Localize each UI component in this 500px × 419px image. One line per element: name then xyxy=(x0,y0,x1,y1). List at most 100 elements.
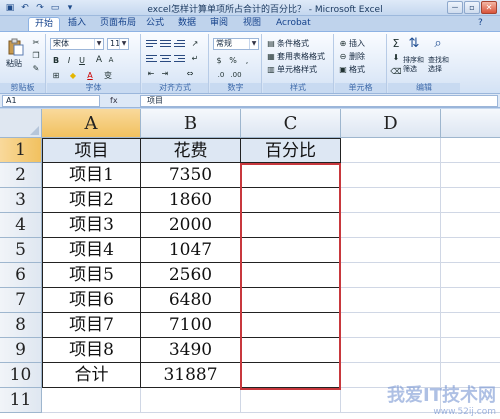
cell-b1[interactable]: 花费 xyxy=(141,138,241,163)
find-select-button[interactable]: 查找和 选择 xyxy=(428,56,449,74)
cell-c11[interactable] xyxy=(241,388,341,413)
cell-a9[interactable]: 项目8 xyxy=(42,338,141,363)
cell-a11[interactable] xyxy=(42,388,141,413)
cell-e7[interactable] xyxy=(441,288,500,313)
row-header-1[interactable]: 1 xyxy=(0,138,42,163)
grow-font-button[interactable]: A xyxy=(93,55,105,66)
redo-icon[interactable]: ↷ xyxy=(34,2,46,14)
format-cells-button[interactable]: 格式 xyxy=(349,64,365,75)
number-format-select[interactable]: 常规 ▼ xyxy=(213,38,259,50)
cell-c8[interactable] xyxy=(241,313,341,338)
font-color-button[interactable]: A xyxy=(84,70,96,81)
cell-b6[interactable]: 2560 xyxy=(141,263,241,288)
autosum-button[interactable]: Σ xyxy=(390,38,402,49)
delete-cells-button[interactable]: 删除 xyxy=(349,51,365,62)
paste-button[interactable]: 粘贴 xyxy=(6,58,22,69)
row-header-3[interactable]: 3 xyxy=(0,188,42,213)
tab-data[interactable]: 数据 xyxy=(172,17,202,31)
worksheet-grid[interactable]: A B C D 1 项目 花费 百分比 2 项目1 7350 3 项目2 1860 4 项目3 2000… xyxy=(0,109,500,419)
office-button[interactable] xyxy=(0,17,24,31)
cell-b5[interactable]: 1047 xyxy=(141,238,241,263)
cell-b9[interactable]: 3490 xyxy=(141,338,241,363)
align-center-icon[interactable] xyxy=(159,53,172,64)
column-header-d[interactable]: D xyxy=(341,109,441,138)
tab-formulas[interactable]: 公式 xyxy=(140,17,170,31)
decrease-indent-icon[interactable]: ⇤ xyxy=(145,68,157,79)
copy-icon[interactable]: ❐ xyxy=(30,50,42,61)
align-left-icon[interactable] xyxy=(145,53,158,64)
paste-icon[interactable] xyxy=(7,38,25,56)
cell-d9[interactable] xyxy=(341,338,441,363)
cell-c3[interactable] xyxy=(241,188,341,213)
sort-filter-button[interactable]: 排序和 筛选 xyxy=(403,56,424,74)
align-bottom-icon[interactable] xyxy=(173,38,186,49)
close-button[interactable]: ✕ xyxy=(481,1,497,14)
cell-d1[interactable] xyxy=(341,138,441,163)
cell-e8[interactable] xyxy=(441,313,500,338)
fill-icon[interactable]: ⬇ xyxy=(390,52,402,63)
insert-function-icon[interactable]: fx xyxy=(110,95,136,107)
bold-button[interactable]: B xyxy=(50,55,62,66)
tab-acrobat[interactable]: Acrobat xyxy=(270,17,317,31)
help-icon[interactable]: ? xyxy=(472,17,489,31)
cell-c2[interactable] xyxy=(241,163,341,188)
row-header-2[interactable]: 2 xyxy=(0,163,42,188)
insert-cells-button[interactable]: 插入 xyxy=(349,38,365,49)
formula-input[interactable]: 项目 xyxy=(140,95,498,107)
cell-d2[interactable] xyxy=(341,163,441,188)
cell-e6[interactable] xyxy=(441,263,500,288)
cell-e5[interactable] xyxy=(441,238,500,263)
cell-c4[interactable] xyxy=(241,213,341,238)
cell-a3[interactable]: 项目2 xyxy=(42,188,141,213)
align-middle-icon[interactable] xyxy=(159,38,172,49)
cut-icon[interactable]: ✂ xyxy=(30,37,42,48)
cell-b11[interactable] xyxy=(141,388,241,413)
open-icon[interactable]: ▭ xyxy=(49,2,61,14)
undo-icon[interactable]: ↶ xyxy=(19,2,31,14)
minimize-button[interactable]: － xyxy=(447,1,463,14)
increase-indent-icon[interactable]: ⇥ xyxy=(159,68,171,79)
save-icon[interactable]: ▣ xyxy=(4,2,16,14)
cell-styles-button[interactable]: 单元格样式 xyxy=(277,64,317,75)
cell-d3[interactable] xyxy=(341,188,441,213)
cell-c9[interactable] xyxy=(241,338,341,363)
cell-a7[interactable]: 项目6 xyxy=(42,288,141,313)
borders-icon[interactable]: ⊞ xyxy=(50,70,62,81)
align-top-icon[interactable] xyxy=(145,38,158,49)
tab-view[interactable]: 视图 xyxy=(237,17,267,31)
currency-button[interactable]: $ xyxy=(213,55,225,66)
cell-a10[interactable]: 合计 xyxy=(42,363,141,388)
font-name-select[interactable]: 宋体 ▼ xyxy=(50,38,104,50)
comma-button[interactable]: , xyxy=(241,55,253,66)
cell-a4[interactable]: 项目3 xyxy=(42,213,141,238)
decrease-decimal-icon[interactable]: .00 xyxy=(230,70,242,81)
column-header-e[interactable] xyxy=(441,109,500,138)
cell-a8[interactable]: 项目7 xyxy=(42,313,141,338)
row-header-7[interactable]: 7 xyxy=(0,288,42,313)
fill-color-icon[interactable]: ◆ xyxy=(67,70,79,81)
clear-icon[interactable]: ⌫ xyxy=(390,66,402,77)
cell-c10[interactable] xyxy=(241,363,341,388)
row-header-10[interactable]: 10 xyxy=(0,363,42,388)
cell-a6[interactable]: 项目5 xyxy=(42,263,141,288)
row-header-5[interactable]: 5 xyxy=(0,238,42,263)
cell-a2[interactable]: 项目1 xyxy=(42,163,141,188)
tab-insert[interactable]: 插入 xyxy=(62,17,92,31)
increase-decimal-icon[interactable]: .0 xyxy=(215,70,227,81)
italic-button[interactable]: I xyxy=(63,55,75,66)
shrink-font-button[interactable]: A xyxy=(105,55,117,66)
conditional-format-button[interactable]: 条件格式 xyxy=(277,38,309,49)
tab-review[interactable]: 审阅 xyxy=(204,17,234,31)
column-header-c[interactable]: C xyxy=(241,109,341,138)
name-box[interactable]: A1 xyxy=(2,95,100,107)
row-header-9[interactable]: 9 xyxy=(0,338,42,363)
cell-e4[interactable] xyxy=(441,213,500,238)
cell-a1[interactable]: 项目 xyxy=(42,138,141,163)
row-header-6[interactable]: 6 xyxy=(0,263,42,288)
cell-d5[interactable] xyxy=(341,238,441,263)
cell-c5[interactable] xyxy=(241,238,341,263)
row-header-4[interactable]: 4 xyxy=(0,213,42,238)
percent-button[interactable]: % xyxy=(227,55,239,66)
cell-c6[interactable] xyxy=(241,263,341,288)
format-painter-icon[interactable]: ✎ xyxy=(30,63,42,74)
